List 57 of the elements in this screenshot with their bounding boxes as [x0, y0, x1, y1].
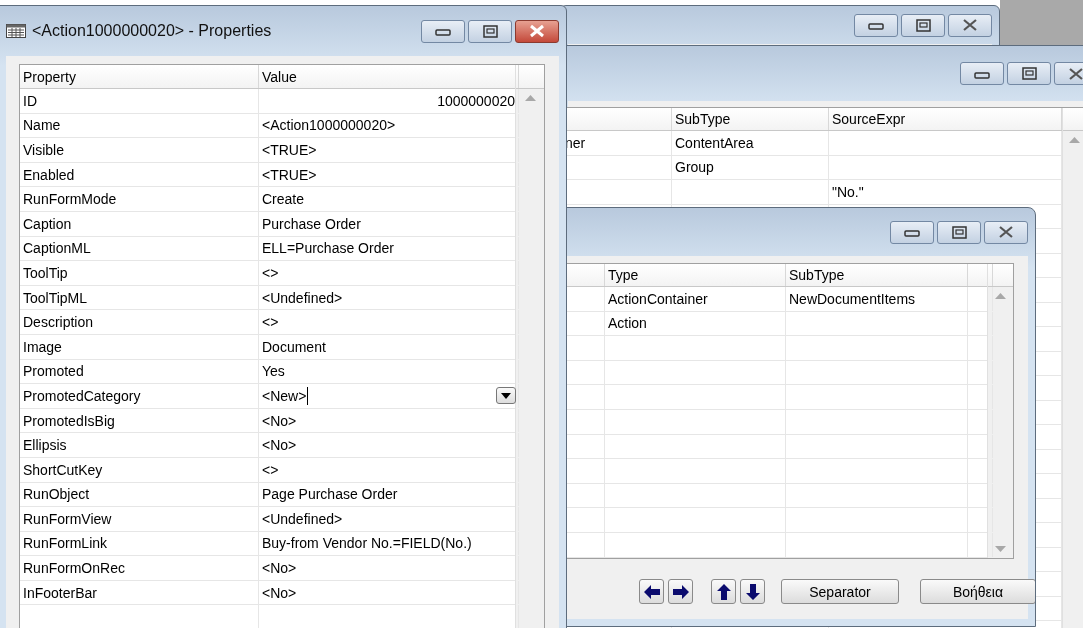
- column-header: Property: [23, 68, 76, 85]
- property-value: Yes: [262, 363, 285, 380]
- property-name: Image: [23, 338, 62, 355]
- column-header: SourceExpr: [832, 111, 906, 127]
- property-value: <TRUE>: [262, 166, 317, 183]
- property-value: <No>: [262, 412, 297, 429]
- column-header: Value: [262, 68, 297, 85]
- property-value: <No>: [262, 584, 297, 601]
- property-name: Enabled: [23, 166, 75, 183]
- property-value: <>: [262, 314, 279, 331]
- table-cell: ContentArea: [675, 134, 754, 151]
- property-value: <>: [262, 264, 279, 281]
- property-name: PromotedCategory: [23, 387, 141, 404]
- property-name: Promoted: [23, 363, 84, 380]
- dialog-button[interactable]: Βοήθεια: [920, 579, 1035, 604]
- column-header: SubType: [675, 111, 731, 127]
- property-value: <New>: [262, 387, 307, 404]
- table-cell: Action: [608, 315, 647, 332]
- property-value: <Undefined>: [262, 510, 343, 527]
- table-cell: "No.": [832, 183, 864, 200]
- property-value: Purchase Order: [262, 215, 361, 232]
- property-name: RunFormMode: [23, 191, 117, 208]
- property-name: PromotedIsBig: [23, 412, 115, 429]
- property-value: Buy-from Vendor No.=FIELD(No.): [262, 535, 472, 552]
- property-name: ShortCutKey: [23, 461, 103, 478]
- window-title: <Action1000000020> - Properties: [32, 22, 272, 40]
- property-value: <TRUE>: [262, 142, 317, 158]
- property-value: <Undefined>: [262, 289, 343, 306]
- property-value: <No>: [262, 560, 297, 577]
- table-cell: Group: [675, 159, 714, 176]
- property-name: CaptionML: [23, 240, 91, 257]
- property-name: ToolTipML: [23, 289, 88, 306]
- table-cell: ActionContainer: [608, 290, 708, 307]
- column-header: Type: [608, 267, 639, 283]
- property-value: 1000000020: [437, 92, 515, 109]
- property-name: RunFormLink: [23, 535, 108, 552]
- column-header: SubType: [789, 267, 845, 283]
- property-name: Ellipsis: [23, 437, 67, 454]
- property-name: RunObject: [23, 486, 90, 503]
- dialog-button[interactable]: Separator: [781, 579, 899, 604]
- table-cell: NewDocumentItems: [789, 290, 916, 307]
- property-name: InFooterBar: [23, 584, 97, 601]
- property-value: Document: [262, 338, 326, 355]
- property-name: RunFormView: [23, 510, 112, 527]
- property-name: Visible: [23, 142, 64, 158]
- property-name: Description: [23, 314, 94, 331]
- property-value: <Action1000000020>: [262, 117, 396, 134]
- property-value: ELL=Purchase Order: [262, 240, 394, 257]
- property-name: RunFormOnRec: [23, 560, 125, 577]
- property-value: Page Purchase Order: [262, 486, 398, 503]
- property-value: Create: [262, 191, 305, 208]
- property-value: <>: [262, 461, 279, 478]
- property-value: <No>: [262, 437, 297, 454]
- property-name: Name: [23, 117, 61, 134]
- property-name: ID: [23, 92, 37, 109]
- property-name: Caption: [23, 215, 72, 232]
- property-name: ToolTip: [23, 264, 68, 281]
